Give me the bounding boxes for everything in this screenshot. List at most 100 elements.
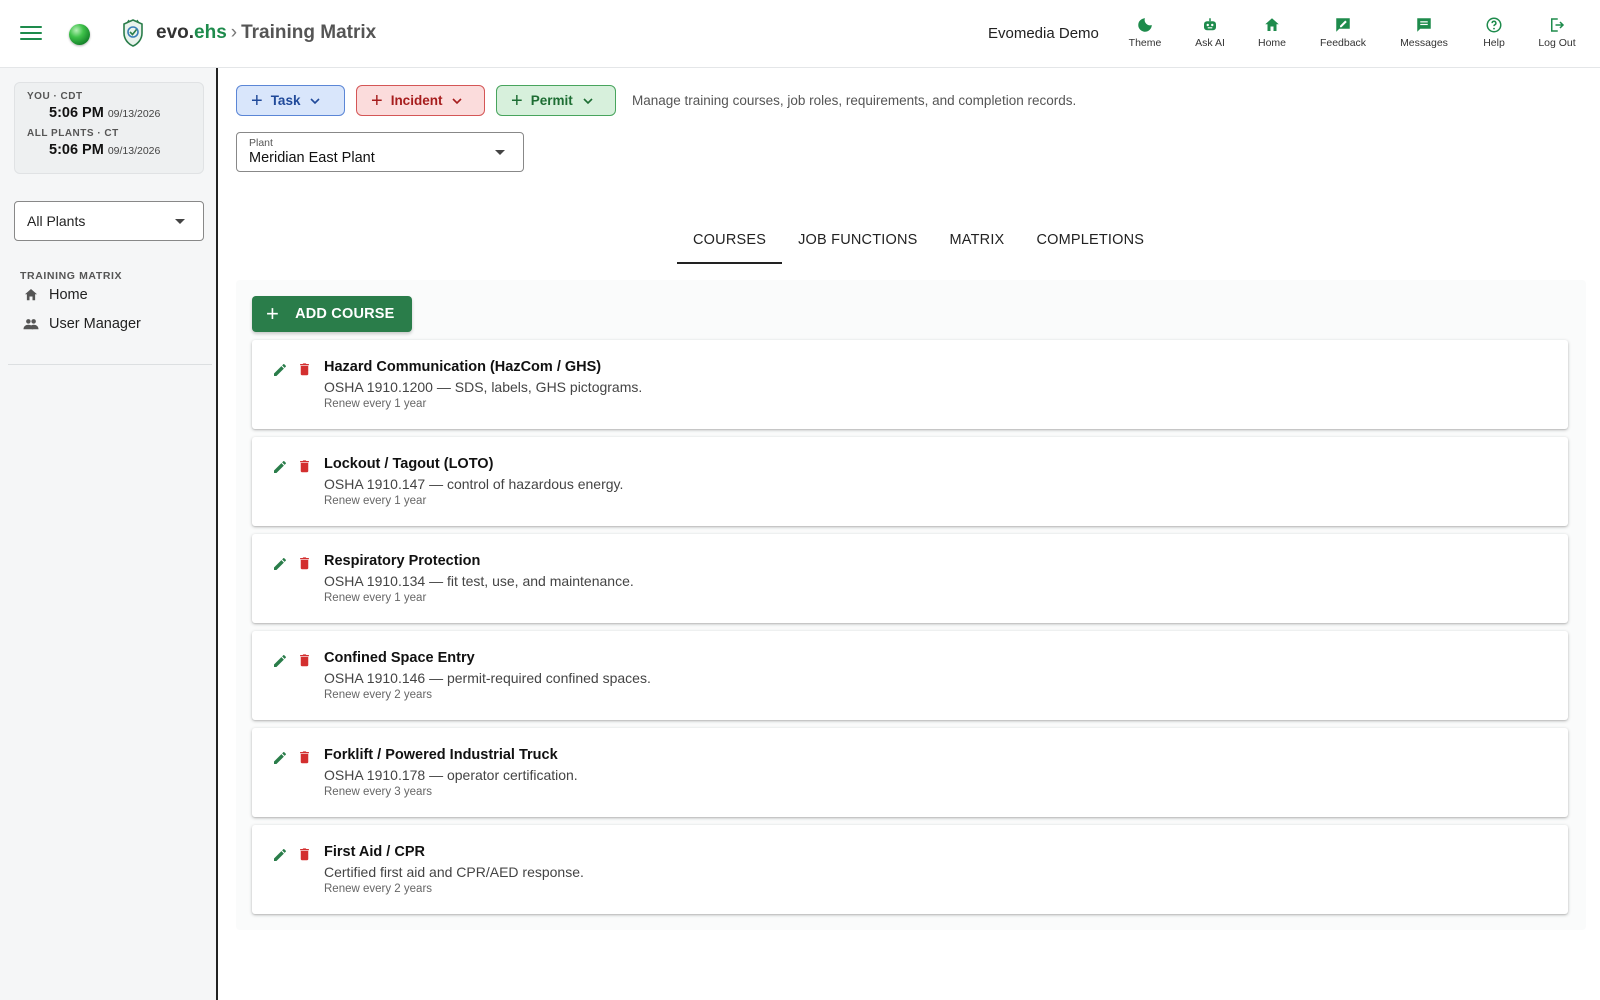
plus-icon: + [371, 89, 383, 112]
plant-filter-select[interactable]: All Plants [14, 201, 204, 241]
breadcrumb: evo.ehs › Training Matrix [156, 22, 376, 44]
sidebar-item-home[interactable]: Home [22, 284, 88, 306]
course-title: Respiratory Protection [324, 553, 481, 569]
course-card: First Aid / CPR Certified first aid and … [252, 825, 1568, 914]
tab-matrix[interactable]: MATRIX [934, 222, 1021, 264]
course-renewal: Renew every 1 year [324, 592, 427, 604]
plants-timezone-label: ALL PLANTS · CT [27, 128, 119, 139]
nav-label: Feedback [1319, 37, 1367, 49]
permit-label: Permit [530, 93, 573, 108]
plus-icon: + [266, 301, 280, 326]
course-description: OSHA 1910.134 — fit test, use, and maint… [324, 573, 634, 589]
course-renewal: Renew every 2 years [324, 883, 433, 895]
course-description: Certified first aid and CPR/AED response… [324, 864, 584, 880]
page-title: Training Matrix [241, 22, 377, 43]
trash-icon[interactable] [297, 749, 312, 765]
trash-icon[interactable] [297, 652, 312, 668]
course-card: Lockout / Tagout (LOTO) OSHA 1910.147 — … [252, 437, 1568, 526]
new-task-button[interactable]: + Task [236, 85, 345, 116]
status-indicator [69, 24, 90, 45]
add-course-button[interactable]: + ADD COURSE [252, 296, 412, 332]
logo-icon [123, 19, 143, 47]
nav-label: Messages [1400, 37, 1448, 49]
plant-field-label: Plant [249, 137, 273, 149]
tab-bar: COURSES JOB FUNCTIONS MATRIX COMPLETIONS [677, 222, 1160, 264]
page-subtitle: Manage training courses, job roles, requ… [632, 93, 1077, 108]
messages-button[interactable]: Messages [1394, 16, 1454, 56]
tab-completions[interactable]: COMPLETIONS [1020, 222, 1160, 264]
edit-icon[interactable] [272, 847, 288, 863]
trash-icon[interactable] [297, 555, 312, 571]
course-title: Forklift / Powered Industrial Truck [324, 747, 558, 763]
course-renewal: Renew every 1 year [324, 398, 427, 410]
edit-icon[interactable] [272, 362, 288, 378]
course-description: OSHA 1910.147 — control of hazardous ene… [324, 476, 624, 492]
plant-filter-value: All Plants [27, 213, 86, 229]
breadcrumb-separator: › [230, 22, 238, 43]
org-name[interactable]: Evomedia Demo [988, 25, 1099, 42]
sidebar-divider [8, 364, 212, 365]
edit-icon[interactable] [272, 459, 288, 475]
course-renewal: Renew every 1 year [324, 495, 427, 507]
help-button[interactable]: Help [1464, 16, 1524, 56]
sidebar: YOU · CDT 5:06 PM 09/13/2026 ALL PLANTS ·… [0, 68, 218, 1000]
trash-icon[interactable] [297, 361, 312, 377]
plus-icon: + [511, 89, 523, 112]
home-icon [1265, 18, 1279, 31]
message-icon [1417, 18, 1431, 32]
trash-icon[interactable] [297, 846, 312, 862]
plus-icon: + [251, 89, 263, 112]
course-title: Confined Space Entry [324, 650, 475, 666]
new-permit-button[interactable]: + Permit [496, 85, 616, 116]
nav-label: Ask AI [1195, 37, 1225, 49]
chevron-down-icon [495, 150, 505, 155]
tab-courses[interactable]: COURSES [677, 222, 783, 264]
brand-suffix[interactable]: ehs [194, 22, 227, 43]
edit-icon[interactable] [272, 653, 288, 669]
nav-label: Home [1257, 37, 1286, 49]
feedback-button[interactable]: Feedback [1313, 16, 1373, 56]
plant-select[interactable]: Plant Meridian East Plant [236, 132, 524, 172]
course-description: OSHA 1910.146 — permit-required confined… [324, 670, 651, 686]
course-title: First Aid / CPR [324, 844, 425, 860]
you-time: 5:06 PM [49, 105, 104, 121]
plants-date: 09/13/2026 [107, 145, 161, 157]
edit-icon[interactable] [272, 750, 288, 766]
chevron-down-icon [583, 97, 593, 104]
home-icon [25, 289, 37, 301]
logout-icon [1551, 18, 1565, 32]
people-icon [23, 319, 39, 330]
course-card: Respiratory Protection OSHA 1910.134 — f… [252, 534, 1568, 623]
incident-label: Incident [390, 93, 443, 108]
robot-icon [1204, 18, 1216, 31]
sidebar-section-label: TRAINING MATRIX [20, 270, 123, 282]
ask-ai-button[interactable]: Ask AI [1180, 16, 1240, 56]
home-button[interactable]: Home [1242, 16, 1302, 56]
course-title: Hazard Communication (HazCom / GHS) [324, 359, 602, 375]
plant-field-value: Meridian East Plant [249, 150, 375, 166]
brand-prefix[interactable]: evo. [156, 22, 194, 43]
clock-card: YOU · CDT 5:06 PM 09/13/2026 ALL PLANTS ·… [14, 82, 204, 174]
sidebar-item-label: Home [49, 287, 88, 303]
logout-button[interactable]: Log Out [1527, 16, 1587, 56]
course-title: Lockout / Tagout (LOTO) [324, 456, 494, 472]
help-icon [1486, 17, 1502, 33]
moon-icon [1138, 18, 1152, 32]
plants-time: 5:06 PM [49, 142, 104, 158]
course-description: OSHA 1910.178 — operator certification. [324, 767, 578, 783]
trash-icon[interactable] [297, 458, 312, 474]
new-incident-button[interactable]: + Incident [356, 85, 485, 116]
app-header: evo.ehs › Training Matrix Evomedia Demo Th… [0, 0, 1600, 68]
menu-icon[interactable] [20, 22, 42, 44]
feedback-icon [1336, 18, 1350, 32]
sidebar-item-user-manager[interactable]: User Manager [22, 313, 141, 335]
add-course-label: ADD COURSE [295, 306, 395, 322]
theme-button[interactable]: Theme [1115, 16, 1175, 56]
edit-icon[interactable] [272, 556, 288, 572]
course-card: Forklift / Powered Industrial Truck OSHA… [252, 728, 1568, 817]
course-renewal: Renew every 2 years [324, 689, 433, 701]
tab-job-functions[interactable]: JOB FUNCTIONS [782, 222, 933, 264]
chevron-down-icon [452, 97, 463, 104]
course-renewal: Renew every 3 years [324, 786, 433, 798]
task-label: Task [270, 93, 301, 108]
